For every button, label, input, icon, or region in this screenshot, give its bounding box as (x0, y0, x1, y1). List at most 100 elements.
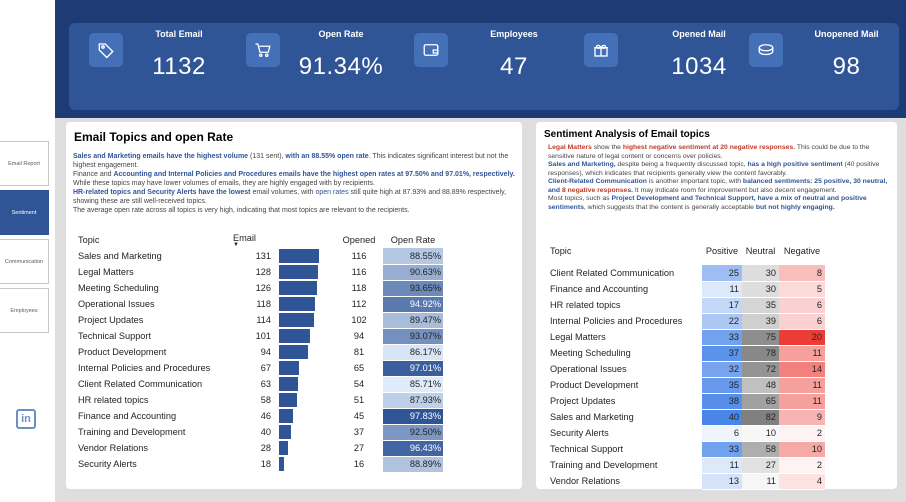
sort-desc-icon: ▼ (233, 241, 239, 248)
table-row[interactable]: Project Updates 38 65 11 (550, 393, 825, 410)
table-row[interactable]: Vendor Relations 13 11 4 (550, 473, 825, 490)
table-row[interactable]: Sales and Marketing 40 82 9 (550, 409, 825, 426)
table-row[interactable]: Operational Issues 118 112 94.92% (78, 296, 443, 313)
email-cell: 58 (260, 395, 271, 405)
topic-cell: Legal Matters (78, 267, 134, 277)
header-bar: Total Email 1132 Open Rate 91.34% Employ… (55, 0, 906, 118)
nav-communication-button[interactable]: Communication (0, 239, 49, 284)
column-header-open-rate[interactable]: Open Rate (383, 232, 443, 248)
positive-cell: 13 (702, 473, 742, 490)
gift-icon (584, 33, 618, 67)
table-row[interactable]: Finance and Accounting 11 30 5 (550, 281, 825, 298)
email-bar-cell (279, 248, 335, 264)
open-rate-cell: 88.89% (383, 456, 443, 473)
topic-cell: Client Related Communication (550, 268, 675, 278)
email-cell: 63 (260, 379, 271, 389)
narrative-text: with an 88.55% open rate (285, 153, 369, 160)
kpi-strip: Total Email 1132 Open Rate 91.34% Employ… (69, 23, 899, 110)
email-topics-panel: Email Topics and open Rate Sales and Mar… (66, 122, 522, 489)
email-bar-cell (279, 424, 335, 440)
narrative-text: 8 negative response (561, 186, 628, 194)
neutral-cell: 35 (742, 297, 779, 314)
topic-cell: Operational Issues (550, 364, 627, 374)
table-row[interactable]: Client Related Communication 25 30 8 (550, 265, 825, 282)
column-header-email-bar (279, 232, 335, 248)
positive-cell: 6 (702, 425, 742, 442)
email-bar-cell (279, 376, 335, 392)
table-row[interactable]: Product Development 94 81 86.17% (78, 344, 443, 361)
open-rate-cell: 93.65% (383, 280, 443, 297)
negative-cell: 8 (779, 265, 825, 282)
open-rate-cell: 85.71% (383, 376, 443, 393)
table-row[interactable]: HR related topics 58 51 87.93% (78, 392, 443, 409)
neutral-cell: 75 (742, 329, 779, 346)
linkedin-icon[interactable]: in (16, 409, 36, 429)
open-rate-cell: 87.93% (383, 392, 443, 409)
column-header-positive[interactable]: Positive (702, 243, 742, 259)
opened-cell: 112 (351, 299, 367, 309)
email-cell: 118 (256, 299, 271, 309)
positive-cell: 11 (702, 457, 742, 474)
email-cell: 18 (260, 459, 271, 469)
column-header-topic[interactable]: Topic (78, 232, 233, 248)
email-bar-cell (279, 328, 335, 344)
narrative-text: Finance and (73, 171, 114, 178)
table-row[interactable]: Client Related Communication 63 54 85.71% (78, 376, 443, 393)
negative-cell: 9 (779, 409, 825, 426)
topic-cell: Security Alerts (78, 459, 137, 469)
table-row[interactable]: Vendor Relations 28 27 96.43% (78, 440, 443, 457)
email-bar-cell (279, 344, 335, 360)
kpi-value: 1034 (671, 53, 727, 80)
column-header-negative[interactable]: Negative (779, 243, 825, 259)
nav-employees-button[interactable]: Employees (0, 288, 49, 333)
table-row[interactable]: Internal Policies and Procedures 67 65 97.0… (78, 360, 443, 377)
negative-cell: 2 (779, 457, 825, 474)
opened-cell: 81 (353, 347, 365, 357)
narrative-text: Client-Related Communication (548, 178, 647, 185)
topic-cell: Internal Policies and Procedures (78, 363, 211, 373)
topic-cell: Client Related Communication (78, 379, 203, 389)
table-row[interactable]: Legal Matters 33 75 20 (550, 329, 825, 346)
email-bar-cell (279, 408, 335, 424)
email-bar (279, 457, 284, 471)
table-row[interactable]: Operational Issues 32 72 14 (550, 361, 825, 378)
neutral-cell: 30 (742, 281, 779, 298)
column-header-topic[interactable]: Topic (550, 243, 702, 259)
table-row[interactable]: Meeting Scheduling 126 118 93.65% (78, 280, 443, 297)
table-row[interactable]: Training and Development 40 37 92.50% (78, 424, 443, 441)
nav-email-report-button[interactable]: Email Report (0, 141, 49, 186)
neutral-cell: 72 (742, 361, 779, 378)
positive-cell: 40 (702, 409, 742, 426)
negative-cell: 2 (779, 425, 825, 442)
table-row[interactable]: Internal Policies and Procedures 22 39 6 (550, 313, 825, 330)
open-rate-cell: 96.43% (383, 440, 443, 457)
column-header-neutral[interactable]: Neutral (742, 243, 779, 259)
table-row[interactable]: Security Alerts 18 16 88.89% (78, 456, 443, 473)
table-row[interactable]: Sales and Marketing 131 116 88.55% (78, 248, 443, 265)
topic-cell: Product Development (78, 347, 167, 357)
neutral-cell: 11 (742, 473, 779, 490)
table-row[interactable]: Project Updates 114 102 89.47% (78, 312, 443, 329)
email-bar (279, 297, 315, 311)
table-row[interactable]: Meeting Scheduling 37 78 11 (550, 345, 825, 362)
column-header-email[interactable]: Email ▼ (233, 232, 279, 248)
opened-cell: 16 (353, 459, 365, 469)
table-row[interactable]: Security Alerts 6 10 2 (550, 425, 825, 442)
sentiment-panel: Sentiment Analysis of Email topics Legal… (536, 122, 897, 490)
narrative-text: show the (591, 144, 623, 151)
table-row[interactable]: Product Development 35 48 11 (550, 377, 825, 394)
table-row[interactable]: Technical Support 33 58 10 (550, 441, 825, 458)
table-row[interactable]: Finance and Accounting 46 45 97.83% (78, 408, 443, 425)
table-row[interactable]: HR related topics 17 35 6 (550, 297, 825, 314)
narrative-text: Most topics, such as (548, 195, 612, 202)
topic-cell: HR related topics (550, 300, 621, 310)
table-row[interactable]: Training and Development 11 27 2 (550, 457, 825, 474)
topic-cell: Sales and Marketing (78, 251, 162, 261)
kpi-unopened-mail: Unopened Mail 98 (749, 23, 889, 110)
table-row[interactable]: Legal Matters 128 116 90.63% (78, 264, 443, 281)
negative-cell: 11 (779, 345, 825, 362)
table-row[interactable]: Technical Support 101 94 93.07% (78, 328, 443, 345)
narrative-text: open rates (315, 189, 349, 196)
column-header-opened[interactable]: Opened (335, 232, 383, 248)
nav-sentiment-button[interactable]: Sentiment (0, 190, 49, 235)
